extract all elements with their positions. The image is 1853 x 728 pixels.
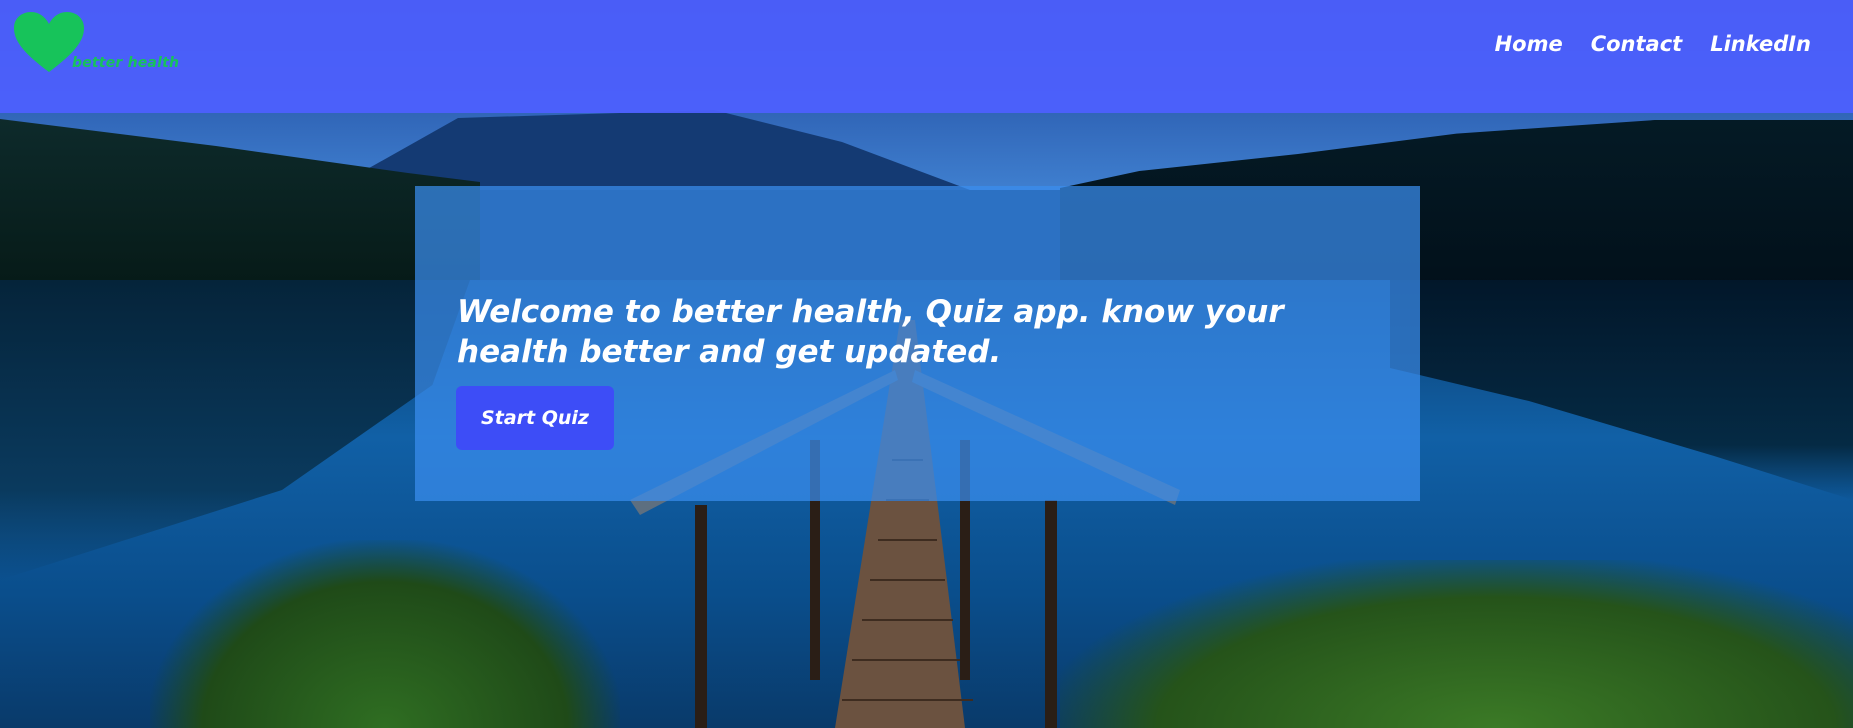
nav-linkedin-link[interactable]: LinkedIn [1710,32,1811,56]
hero-title: Welcome to better health, Quiz app. know… [457,294,1284,370]
nav-contact-link[interactable]: Contact [1591,32,1683,56]
plants-right [1060,560,1853,728]
start-quiz-button[interactable]: Start Quiz [456,386,614,450]
brand-name: better health [72,55,180,71]
brand-logo[interactable]: better health [14,12,194,78]
plants-left [150,540,620,728]
top-header: better health Home Contact LinkedIn [0,0,1853,113]
hero-panel: Welcome to better health, Quiz app. know… [415,186,1420,501]
main-nav: Home Contact LinkedIn [1495,32,1811,56]
nav-home-link[interactable]: Home [1495,32,1563,56]
